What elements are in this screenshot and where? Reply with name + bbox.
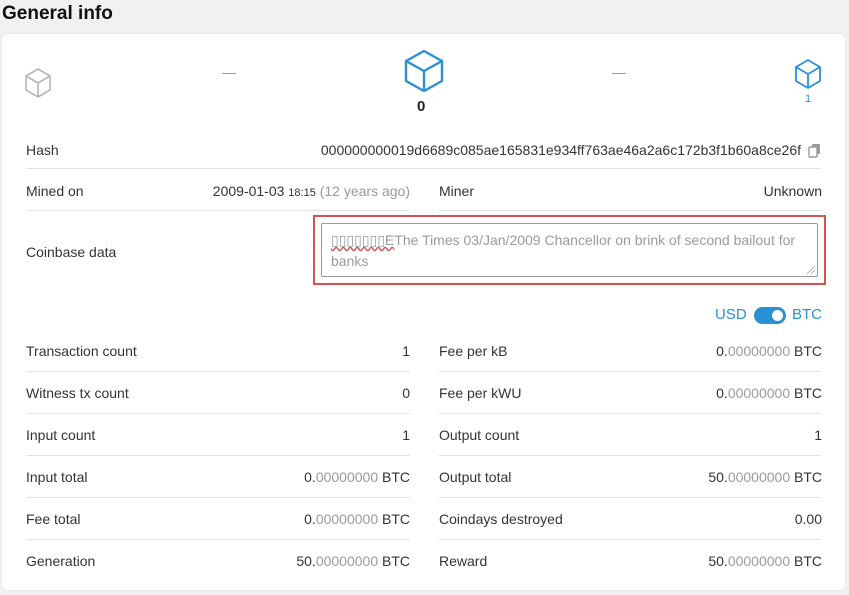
usd-toggle-label[interactable]: USD xyxy=(715,306,747,323)
mined-on-label: Mined on xyxy=(26,183,84,199)
coindays-destroyed-value: 0.00 xyxy=(794,511,822,527)
previous-block-cube-icon xyxy=(25,68,51,98)
input-total-value: 0.00000000 BTC xyxy=(304,469,410,485)
input-total-label: Input total xyxy=(26,469,88,485)
currency-toggle[interactable] xyxy=(754,307,786,324)
miner-link[interactable]: Unknown xyxy=(764,183,822,199)
output-total-label: Output total xyxy=(439,469,512,485)
divider xyxy=(439,497,821,498)
current-block-cube-icon xyxy=(404,49,444,93)
divider xyxy=(439,371,821,372)
hash-value: 000000000019d6689c085ae165831e934ff763ae… xyxy=(320,142,801,158)
miner-label: Miner xyxy=(439,183,475,199)
mined-time: 18:15 xyxy=(288,187,316,199)
divider xyxy=(26,168,821,169)
hash-label: Hash xyxy=(26,142,59,158)
input-count-label: Input count xyxy=(26,427,96,443)
coinbase-label: Coinbase data xyxy=(26,244,117,260)
coinbase-highlight: ▯▯▯▯▯▯▯EThe Times 03/Jan/2009 Chancellor… xyxy=(313,215,826,285)
witness-tx-count-label: Witness tx count xyxy=(26,385,129,401)
divider xyxy=(26,413,410,414)
mined-on-value: 2009-01-03 18:15 (12 years ago) xyxy=(213,183,410,199)
fee-per-kb-label: Fee per kB xyxy=(439,343,508,359)
reward-value: 50.00000000 BTC xyxy=(708,553,822,569)
output-total-value: 50.00000000 BTC xyxy=(708,469,822,485)
transaction-count-value[interactable]: 1 xyxy=(402,343,410,359)
reward-label: Reward xyxy=(439,553,488,569)
divider xyxy=(26,210,410,211)
mined-date: 2009-01-03 xyxy=(212,183,285,199)
generation-value: 50.00000000 BTC xyxy=(296,553,410,569)
divider xyxy=(439,210,821,211)
general-info-card: — 0 — 1 Hash 000000000019d6689c085ae1658… xyxy=(2,34,845,590)
current-block-height: 0 xyxy=(417,98,426,115)
coindays-destroyed-label: Coindays destroyed xyxy=(439,511,563,527)
resize-handle[interactable] xyxy=(807,266,815,274)
transaction-count-label: Transaction count xyxy=(26,343,137,359)
divider xyxy=(439,539,821,540)
page-title: General info xyxy=(2,3,113,24)
btc-toggle-label[interactable]: BTC xyxy=(792,306,822,323)
next-block-cube-icon[interactable] xyxy=(794,58,822,90)
mined-ago: (12 years ago) xyxy=(319,183,410,199)
toggle-knob xyxy=(772,310,783,321)
fee-per-kb-value: 0.00000000 BTC xyxy=(716,343,822,359)
coinbase-textarea[interactable]: ▯▯▯▯▯▯▯EThe Times 03/Jan/2009 Chancellor… xyxy=(321,223,818,277)
divider xyxy=(26,497,410,498)
coinbase-garbled-prefix: ▯▯▯▯▯▯▯E xyxy=(331,232,395,248)
output-count-label: Output count xyxy=(439,427,520,443)
next-block-height-link[interactable]: 1 xyxy=(805,93,811,105)
fee-total-label: Fee total xyxy=(26,511,81,527)
next-connector: — xyxy=(612,64,626,80)
generation-label: Generation xyxy=(26,553,96,569)
output-count-value[interactable]: 1 xyxy=(814,427,822,443)
fee-per-kwu-value: 0.00000000 BTC xyxy=(716,385,822,401)
divider xyxy=(26,371,410,372)
witness-tx-count-value[interactable]: 0 xyxy=(402,385,410,401)
divider xyxy=(26,455,410,456)
fee-total-value: 0.00000000 BTC xyxy=(304,511,410,527)
prev-connector: — xyxy=(222,64,236,80)
divider xyxy=(439,455,821,456)
input-count-value[interactable]: 1 xyxy=(402,427,410,443)
fee-per-kwu-label: Fee per kWU xyxy=(439,385,522,401)
divider xyxy=(26,539,410,540)
divider xyxy=(439,413,821,414)
copy-icon[interactable] xyxy=(808,143,822,159)
coinbase-text: The Times 03/Jan/2009 Chancellor on brin… xyxy=(331,232,796,269)
